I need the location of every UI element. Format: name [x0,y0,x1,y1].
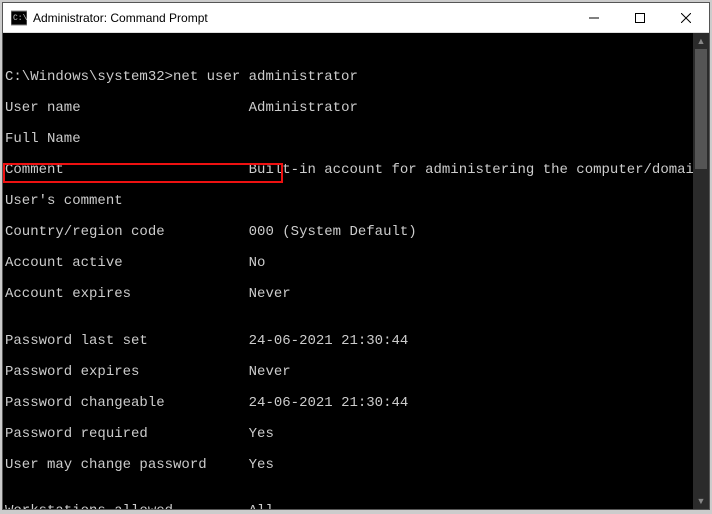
window-controls [571,3,709,32]
maximize-button[interactable] [617,3,663,32]
window-title: Administrator: Command Prompt [33,11,571,25]
terminal-area[interactable]: C:\Windows\system32>net user administrat… [3,33,709,509]
close-button[interactable] [663,3,709,32]
value: Yes [249,457,274,473]
prompt-path: C:\Windows\system32> [5,69,173,85]
value: Administrator [249,100,358,116]
value: Yes [249,426,274,442]
label: Password changeable [5,395,165,411]
label: Workstations allowed [5,503,173,509]
scroll-down-button[interactable]: ▼ [693,493,709,509]
command-text: net user administrator [173,69,358,85]
label: Password expires [5,364,139,380]
value: Never [249,364,291,380]
label: Full Name [5,131,81,147]
titlebar[interactable]: C:\ Administrator: Command Prompt [3,3,709,33]
label: Comment [5,162,64,178]
vertical-scrollbar[interactable]: ▲ ▼ [693,33,709,509]
value-account-active: No [249,255,266,271]
minimize-button[interactable] [571,3,617,32]
value: All [249,503,274,509]
cmd-icon: C:\ [11,10,27,26]
label: User name [5,100,81,116]
label-account-active: Account active [5,255,123,271]
scroll-up-button[interactable]: ▲ [693,33,709,49]
terminal-output: C:\Windows\system32>net user administrat… [3,33,693,509]
label: Account expires [5,286,131,302]
value: Never [249,286,291,302]
label: User's comment [5,193,123,209]
label: Country/region code [5,224,165,240]
label: Password required [5,426,148,442]
label: User may change password [5,457,207,473]
value: Built-in account for administering the c… [249,162,703,178]
command-prompt-window: C:\ Administrator: Command Prompt C:\Win… [2,2,710,510]
value: 24-06-2021 21:30:44 [249,333,409,349]
svg-text:C:\: C:\ [13,14,27,23]
value: 000 (System Default) [249,224,417,240]
value: 24-06-2021 21:30:44 [249,395,409,411]
scroll-thumb[interactable] [695,49,707,169]
label: Password last set [5,333,148,349]
